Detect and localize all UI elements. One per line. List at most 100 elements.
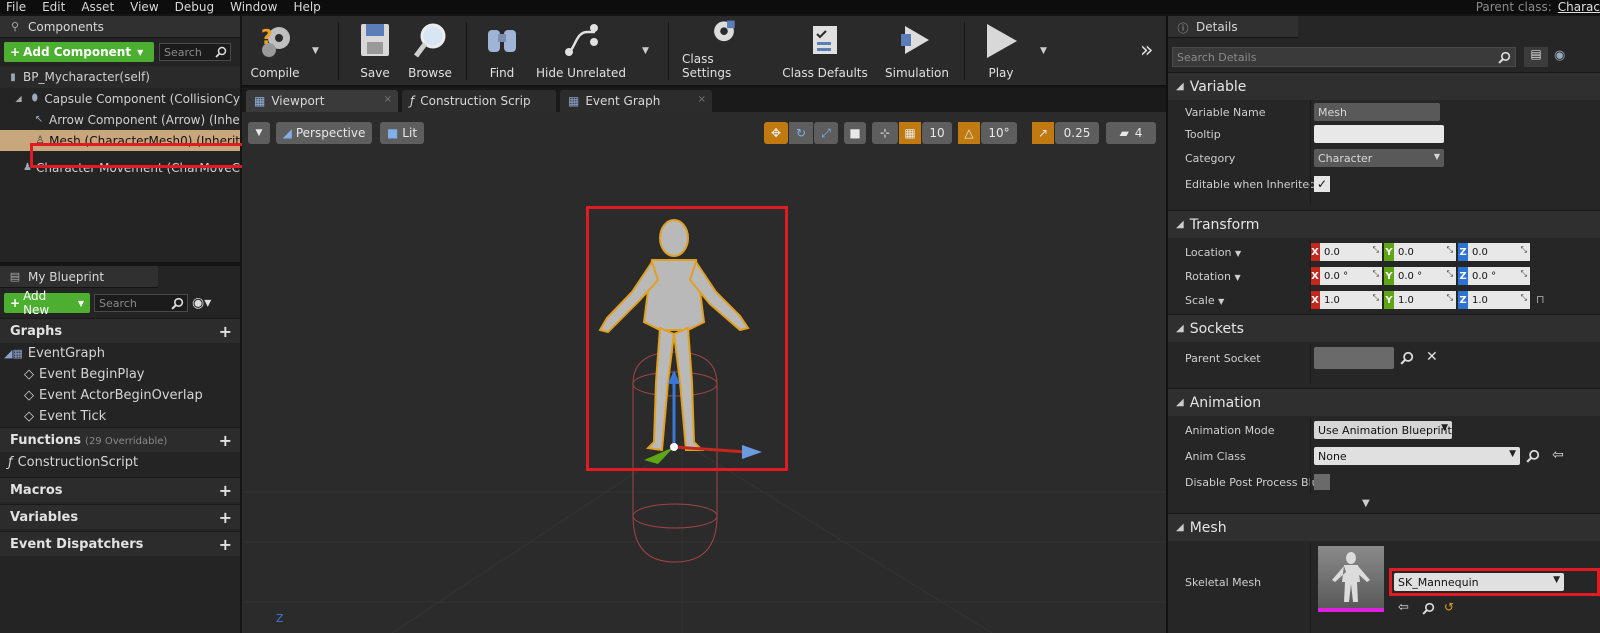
anim-class-dropdown[interactable]: None ▼ xyxy=(1314,447,1520,465)
save-button[interactable]: Save xyxy=(354,16,396,86)
location-label[interactable]: Location ▼ xyxy=(1185,246,1241,259)
play-options-dropdown[interactable]: ▼ xyxy=(1040,46,1047,56)
editable-inherited-checkbox[interactable]: ✓ xyxy=(1314,176,1330,192)
rotation-x[interactable]: X 0.0 ° ⤡ xyxy=(1310,267,1382,285)
visibility-eye-icon[interactable]: ◉ xyxy=(1554,48,1565,63)
menu-asset[interactable]: Asset xyxy=(75,0,124,14)
event-graph-item[interactable]: ◢▦ EventGraph xyxy=(0,343,240,364)
parent-class-link[interactable]: Charac xyxy=(1558,0,1600,14)
compile-options-dropdown[interactable]: ▼ xyxy=(312,46,319,56)
function-icon: ƒ xyxy=(410,94,415,108)
section-functions[interactable]: Functions (29 Overridable) + xyxy=(0,427,240,452)
tab-viewport[interactable]: ▦ Viewport × xyxy=(246,90,398,112)
tree-root[interactable]: ▮ BP_Mycharacter(self) xyxy=(0,66,240,88)
event-tick-item[interactable]: ◇ Event Tick xyxy=(0,406,240,427)
menu-help[interactable]: Help xyxy=(287,0,330,14)
skeletal-mesh-thumbnail[interactable] xyxy=(1318,546,1384,612)
simulation-button[interactable]: Simulation xyxy=(882,16,952,86)
class-settings-button[interactable]: Class Settings xyxy=(682,16,766,86)
scale-x[interactable]: X 1.0 ⤡ xyxy=(1310,291,1382,309)
clear-x-icon[interactable]: ✕ xyxy=(1426,349,1438,365)
add-new-button[interactable]: + Add New ▼ xyxy=(4,289,90,317)
my-blueprint-tab[interactable]: ▤ My Blueprint xyxy=(0,266,158,288)
variable-name-label: Variable Name xyxy=(1185,105,1266,119)
components-search-input[interactable]: Search xyxy=(159,43,231,61)
expand-triangle-icon: ◢ xyxy=(15,94,22,103)
event-beginplay-item[interactable]: ◇ Event BeginPlay xyxy=(0,364,240,385)
eye-icon[interactable]: ◉▾ xyxy=(192,295,211,311)
close-icon[interactable]: × xyxy=(698,94,706,105)
toolbar-overflow-button[interactable]: » xyxy=(1140,38,1153,63)
animation-mode-dropdown[interactable]: Use Animation Blueprint ▼ xyxy=(1314,421,1452,439)
menu-view[interactable]: View xyxy=(124,0,168,14)
scale-label[interactable]: Scale ▼ xyxy=(1185,294,1224,307)
section-transform[interactable]: ◢ Transform xyxy=(1168,210,1600,238)
use-selected-arrow-icon[interactable]: ⇦ xyxy=(1398,600,1409,615)
add-macro-button[interactable]: + xyxy=(219,481,232,500)
drag-handle-icon: ⤡ xyxy=(1520,245,1527,254)
location-y[interactable]: Y 0.0 ⤡ xyxy=(1384,243,1456,261)
row-animation-mode: Animation Mode Use Animation Blueprint ▼ xyxy=(1168,418,1600,442)
reset-to-default-icon[interactable]: ↺ xyxy=(1444,600,1454,614)
components-tab[interactable]: ⚲ Components xyxy=(0,16,240,38)
lock-icon[interactable]: ⊓ xyxy=(1536,293,1545,306)
x-axis-tag: X xyxy=(1310,267,1320,285)
rotation-y-value: 0.0 ° xyxy=(1398,270,1423,282)
rotation-y[interactable]: Y 0.0 ° ⤡ xyxy=(1384,267,1456,285)
menu-window[interactable]: Window xyxy=(224,0,287,14)
event-actorbeginoverlap-item[interactable]: ◇ Event ActorBeginOverlap xyxy=(0,385,240,406)
section-event-dispatchers[interactable]: Event Dispatchers + xyxy=(0,531,240,556)
rotation-z[interactable]: Z 0.0 ° ⤡ xyxy=(1458,267,1530,285)
close-icon[interactable]: × xyxy=(384,94,392,105)
advanced-expand-icon[interactable]: ▼ xyxy=(1362,498,1370,509)
section-macros[interactable]: Macros + xyxy=(0,477,240,502)
scale-z[interactable]: Z 1.0 ⤡ xyxy=(1458,291,1530,309)
section-sockets[interactable]: ◢ Sockets xyxy=(1168,314,1600,342)
add-function-button[interactable]: + xyxy=(219,431,232,450)
menu-file[interactable]: File xyxy=(0,0,36,14)
section-mesh[interactable]: ◢ Mesh xyxy=(1168,513,1600,541)
compile-button[interactable]: ? Compile xyxy=(244,16,306,86)
scale-y[interactable]: Y 1.0 ⤡ xyxy=(1384,291,1456,309)
play-button[interactable]: Play xyxy=(978,16,1024,86)
section-animation[interactable]: ◢ Animation xyxy=(1168,388,1600,416)
construction-script-item[interactable]: ƒ ConstructionScript xyxy=(0,452,240,473)
section-graphs[interactable]: Graphs + xyxy=(0,318,240,343)
menu-edit[interactable]: Edit xyxy=(36,0,75,14)
tab-event-graph[interactable]: ▦ Event Graph × xyxy=(560,90,712,112)
tree-item-capsule[interactable]: ◢ ⬮ Capsule Component (CollisionCy xyxy=(0,88,240,109)
add-graph-button[interactable]: + xyxy=(219,322,232,341)
tree-item-arrow[interactable]: ↖ Arrow Component (Arrow) (Inhe xyxy=(0,109,240,130)
add-component-button[interactable]: + Add Component ▼ xyxy=(4,42,154,62)
tooltip-input[interactable] xyxy=(1314,125,1444,143)
viewport[interactable]: ▼ ◢ Perspective ■ Lit ✥ ↻ ⤢ ■ ⊹ ▦ 10 △ 1… xyxy=(242,112,1166,633)
details-tab[interactable]: ⓘ Details xyxy=(1168,16,1298,38)
add-event-dispatcher-button[interactable]: + xyxy=(219,535,232,554)
location-x[interactable]: X 0.0 ⤡ xyxy=(1310,243,1382,261)
search-icon[interactable] xyxy=(1400,351,1414,365)
use-selected-arrow-icon[interactable]: ⇦ xyxy=(1552,447,1564,463)
property-matrix-icon[interactable]: ▤ xyxy=(1524,47,1548,67)
add-variable-button[interactable]: + xyxy=(219,508,232,527)
tab-construction-script[interactable]: ƒ Construction Scrip xyxy=(402,90,556,112)
menu-debug[interactable]: Debug xyxy=(169,0,224,14)
disable-post-process-checkbox[interactable] xyxy=(1314,474,1330,490)
section-variables[interactable]: Variables + xyxy=(0,504,240,529)
class-defaults-button[interactable]: Class Defaults xyxy=(782,16,868,86)
hide-unrelated-dropdown[interactable]: ▼ xyxy=(642,46,649,56)
my-blueprint-search-input[interactable]: Search xyxy=(94,294,188,312)
collapse-triangle-icon: ◢ xyxy=(1176,81,1184,92)
browse-search-icon[interactable] xyxy=(1422,602,1435,615)
find-button[interactable]: Find xyxy=(480,16,524,86)
section-variable[interactable]: ◢ Variable xyxy=(1168,72,1600,100)
location-z[interactable]: Z 0.0 ⤡ xyxy=(1458,243,1530,261)
hide-unrelated-button[interactable]: Hide Unrelated xyxy=(536,16,626,86)
search-icon[interactable] xyxy=(1526,449,1540,463)
rotation-label[interactable]: Rotation ▼ xyxy=(1185,270,1241,283)
parent-socket-field[interactable] xyxy=(1314,347,1394,369)
components-panel: ⚲ Components + Add Component ▼ Search ▮ … xyxy=(0,16,240,262)
variable-name-input[interactable]: Mesh xyxy=(1314,103,1440,121)
category-combo[interactable]: Character ▼ xyxy=(1314,149,1444,167)
details-search-input[interactable]: Search Details xyxy=(1172,47,1516,67)
browse-button[interactable]: Browse xyxy=(404,16,456,86)
